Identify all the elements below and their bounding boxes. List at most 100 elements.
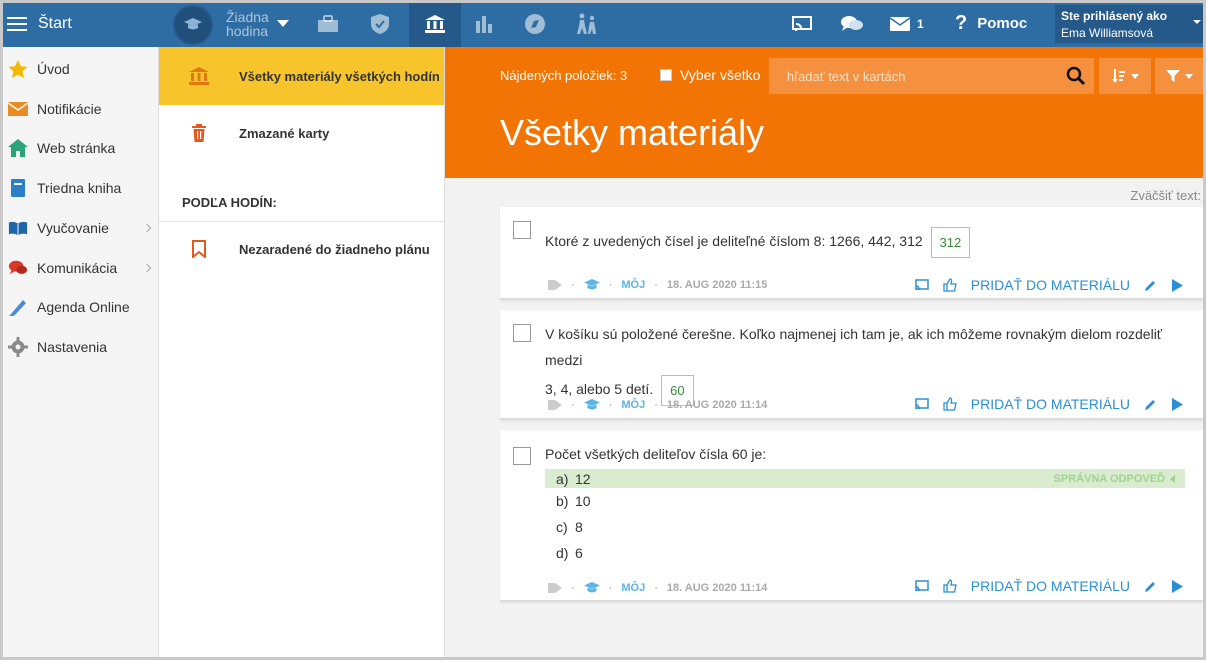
search-icon[interactable] bbox=[1066, 66, 1086, 89]
walking-people-icon[interactable] bbox=[574, 0, 600, 47]
filter-deleted-cards[interactable]: Zmazané karty bbox=[159, 113, 444, 153]
filter-button[interactable] bbox=[1155, 58, 1203, 94]
sidebar-item-web-stranka[interactable]: Web stránka bbox=[0, 130, 158, 166]
page-title: Všetky materiály bbox=[500, 112, 765, 153]
pencil-icon[interactable] bbox=[1144, 580, 1157, 593]
option-a[interactable]: a) 12 SPRÁVNA ODPOVEĎ bbox=[545, 469, 1185, 488]
card-checkbox[interactable] bbox=[513, 447, 531, 465]
card-date: 18. AUG 2020 11:14 bbox=[666, 399, 768, 411]
sidebar-item-notifikacie[interactable]: Notifikácie bbox=[0, 91, 158, 127]
option-letter: c) bbox=[556, 519, 568, 535]
owner-label: MÔJ bbox=[621, 582, 646, 594]
play-icon[interactable] bbox=[1171, 278, 1183, 292]
cast-icon[interactable] bbox=[915, 279, 929, 291]
sidebar-item-uvod[interactable]: Úvod bbox=[0, 51, 158, 87]
sidebar-item-agenda-online[interactable]: Agenda Online bbox=[0, 289, 158, 325]
start-link[interactable]: Štart bbox=[38, 0, 72, 47]
option-d[interactable]: d) 6 bbox=[545, 540, 1185, 566]
filter-label: Všetky materiály všetkých hodín bbox=[239, 68, 440, 84]
lesson-line-1: Žiadna bbox=[226, 8, 269, 25]
zoom-text-label[interactable]: Zväčšiť text: bbox=[1130, 188, 1201, 203]
user-account-menu[interactable]: Ste prihlásený ako Ema Williamsová bbox=[1055, 5, 1203, 43]
funnel-icon bbox=[1165, 70, 1180, 82]
owner-label: MÔJ bbox=[621, 399, 646, 411]
sidebar: Úvod Notifikácie Web stránka Triedna kni… bbox=[0, 47, 159, 660]
sidebar-item-komunikacia[interactable]: Komunikácia bbox=[0, 250, 158, 286]
filter-all-materials[interactable]: Všetky materiály všetkých hodín bbox=[159, 47, 444, 105]
pencil-icon[interactable] bbox=[1144, 398, 1157, 411]
sidebar-item-nastavenia[interactable]: Nastavenia bbox=[0, 329, 158, 365]
chevron-right-icon bbox=[142, 223, 152, 233]
cast-icon[interactable] bbox=[915, 580, 929, 592]
card-meta: · · MÔJ · 18. AUG 2020 11:15 bbox=[548, 277, 767, 293]
add-to-material-button[interactable]: PRIDAŤ DO MATERIÁLU bbox=[971, 578, 1130, 594]
by-lesson-heading: PODĽA HODÍN: bbox=[182, 195, 277, 210]
thumbs-up-icon[interactable] bbox=[943, 579, 957, 593]
add-to-material-button[interactable]: PRIDAŤ DO MATERIÁLU bbox=[971, 277, 1130, 293]
question-mark-icon: ? bbox=[955, 12, 968, 34]
materials-tab[interactable] bbox=[409, 0, 461, 47]
cast-icon[interactable] bbox=[915, 398, 929, 410]
option-letter: d) bbox=[556, 545, 569, 561]
option-c[interactable]: c) 8 bbox=[545, 514, 1185, 540]
chevron-down-icon bbox=[1184, 73, 1193, 79]
bank-icon bbox=[425, 14, 445, 33]
play-icon[interactable] bbox=[1171, 397, 1183, 411]
cast-screen-icon[interactable] bbox=[791, 0, 813, 47]
help-label: Pomoc bbox=[977, 15, 1028, 32]
sidebar-item-triedna-kniha[interactable]: Triedna kniha bbox=[0, 170, 158, 206]
lesson-line-2: hodina bbox=[226, 22, 269, 39]
chevron-down-icon[interactable] bbox=[277, 0, 289, 47]
filter-unassigned[interactable]: Nezaradené do žiadneho plánu bbox=[159, 229, 444, 269]
filter-label: Nezaradené do žiadneho plánu bbox=[239, 241, 430, 257]
bar-chart-icon[interactable] bbox=[474, 0, 494, 47]
trash-icon bbox=[159, 124, 239, 142]
card-question: V košíku sú položené čerešne. Koľko najm… bbox=[545, 321, 1203, 406]
material-card: Počet všetkých deliteľov čísla 60 je: a)… bbox=[500, 430, 1203, 602]
card-date: 18. AUG 2020 11:14 bbox=[666, 582, 768, 594]
sidebar-item-label: Komunikácia bbox=[37, 260, 118, 276]
play-icon[interactable] bbox=[1171, 579, 1183, 593]
sidebar-item-vyucovanie[interactable]: Vyučovanie bbox=[0, 210, 158, 246]
bookmark-icon bbox=[159, 240, 239, 258]
sort-button[interactable] bbox=[1099, 58, 1151, 94]
graduation-cap-icon[interactable] bbox=[173, 5, 213, 45]
envelope-icon bbox=[889, 16, 911, 31]
user-name: Ema Williamsová bbox=[1061, 26, 1154, 40]
card-question: Ktoré z uvedených čísel je deliteľné čís… bbox=[545, 227, 971, 258]
answer-box: 312 bbox=[930, 227, 971, 258]
briefcase-icon[interactable] bbox=[316, 0, 340, 47]
lesson-selector[interactable]: Žiadna hodina bbox=[226, 0, 269, 47]
sidebar-item-label: Nastavenia bbox=[37, 339, 108, 355]
top-navigation-bar: Štart Žiadna hodina 1 ? Pomoc Ste prihlá… bbox=[0, 0, 1206, 47]
card-meta: · · MÔJ · 18. AUG 2020 11:14 bbox=[548, 397, 767, 413]
owner-label: MÔJ bbox=[621, 279, 646, 291]
messages-button[interactable]: 1 bbox=[889, 0, 924, 47]
tag-icon bbox=[548, 280, 562, 290]
materials-filter-panel: Všetky materiály všetkých hodín Zmazané … bbox=[159, 47, 445, 660]
correct-answer-text: SPRÁVNA ODPOVEĎ bbox=[1053, 472, 1165, 485]
found-count: Nájdených položiek: 3 bbox=[500, 68, 628, 83]
card-checkbox[interactable] bbox=[513, 324, 531, 342]
thumbs-up-icon[interactable] bbox=[943, 278, 957, 292]
shield-icon[interactable] bbox=[369, 0, 391, 47]
pencil-icon[interactable] bbox=[1144, 279, 1157, 292]
option-b[interactable]: b) 10 bbox=[545, 488, 1185, 514]
card-meta: · · MÔJ · 18. AUG 2020 11:14 bbox=[548, 580, 767, 596]
graduation-cap-icon bbox=[583, 279, 600, 290]
open-book-icon bbox=[8, 218, 28, 238]
compass-icon[interactable] bbox=[524, 0, 546, 47]
select-all-checkbox[interactable] bbox=[660, 69, 672, 81]
question-text: Ktoré z uvedených čísel je deliteľné čís… bbox=[545, 233, 923, 250]
thumbs-up-icon[interactable] bbox=[943, 397, 957, 411]
menu-icon[interactable] bbox=[6, 0, 28, 47]
select-all-label: Vyber všetko bbox=[680, 67, 761, 83]
add-to-material-button[interactable]: PRIDAŤ DO MATERIÁLU bbox=[971, 396, 1130, 412]
select-all-toggle[interactable]: Vyber všetko bbox=[660, 67, 760, 83]
notebook-icon bbox=[8, 178, 28, 198]
chat-bubbles-icon[interactable] bbox=[840, 0, 864, 47]
card-checkbox[interactable] bbox=[513, 221, 531, 239]
sidebar-item-label: Úvod bbox=[37, 61, 70, 77]
help-button[interactable]: ? Pomoc bbox=[955, 0, 1027, 47]
search-input[interactable] bbox=[769, 58, 1049, 94]
